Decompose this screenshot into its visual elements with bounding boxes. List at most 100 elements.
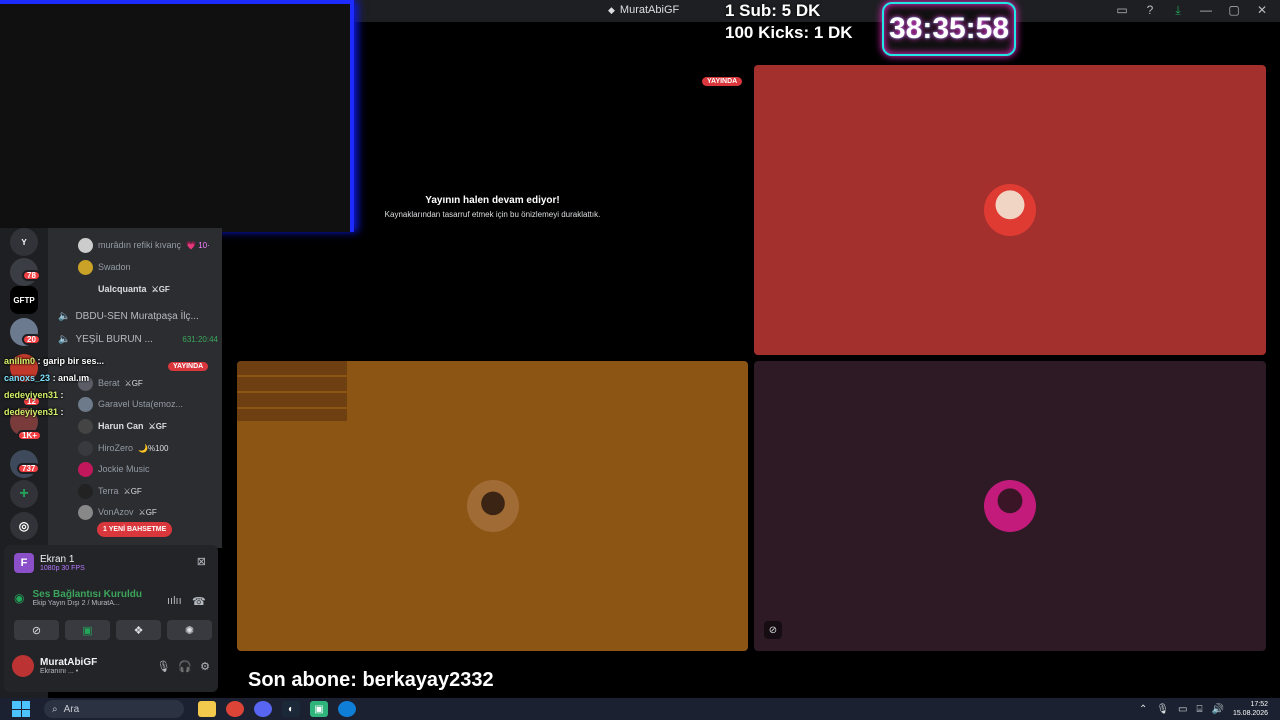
window-title-text: MuratAbiGF <box>619 4 680 16</box>
voice-member[interactable]: VonAzov ⚔GF <box>78 503 157 521</box>
steam-icon[interactable]: ◐ <box>282 701 300 717</box>
minimize-icon[interactable]: — <box>1198 3 1214 18</box>
soundboard-icon: ✺ <box>184 624 195 637</box>
search-icon: ⌕ <box>52 703 58 715</box>
noise-suppression-icon[interactable]: ıılıı <box>167 595 182 607</box>
discord-app-icon[interactable] <box>254 701 272 717</box>
file-explorer-icon[interactable] <box>198 701 216 717</box>
muted-mic-icon: ⊘ <box>764 621 782 639</box>
stream-live-text: YAYINDA <box>702 77 743 86</box>
clock-date: 15.08.2026 <box>1232 710 1268 717</box>
member-tag: ⚔GF <box>148 421 167 431</box>
channel-list: murâdın refiki kıvanç 💗 10· Swadon Ualcq… <box>48 228 222 548</box>
chat-text: : <box>60 407 64 417</box>
member-name: Harun Can <box>98 421 144 431</box>
display-icon[interactable]: ▭ <box>1178 704 1187 715</box>
voice-channel[interactable]: 🔈 YEŞİL BURUN ... 631:20:44 <box>58 329 218 349</box>
chat-text: : garip bir ses... <box>37 356 105 366</box>
obs-icon[interactable]: ▣ <box>310 701 328 717</box>
inbox-icon[interactable]: ▭ <box>1114 3 1130 18</box>
activities-icon: ❖ <box>133 624 144 637</box>
account-controls: 🎙 🎧 ⚙ <box>156 660 210 673</box>
participant-avatar <box>984 480 1036 532</box>
maximize-icon[interactable]: ▢ <box>1226 3 1242 18</box>
voice-status-title: Ses Bağlantısı Kuruldu <box>32 589 142 600</box>
voice-member[interactable]: murâdın refiki kıvanç 💗 10· <box>78 236 210 254</box>
chat-message: dedeyiyen31 : <box>4 407 64 417</box>
taskbar-apps: ◐ ▣ <box>198 701 356 717</box>
help-icon[interactable]: ? <box>1142 3 1158 18</box>
taskbar-search[interactable]: ⌕ Ara <box>44 700 184 718</box>
voice-member[interactable]: Garavel Usta(emoz... <box>78 395 183 413</box>
disconnect-icon[interactable]: ☎ <box>192 595 206 608</box>
screen-share-avatar: F <box>14 553 34 573</box>
screen-share-title: Ekran 1 <box>40 554 75 565</box>
server-icon[interactable]: Y <box>10 228 38 256</box>
window-controls: ▭ ? ⤓ — ▢ ✕ <box>1114 3 1270 18</box>
soundboard-button[interactable]: ✺ <box>167 620 212 640</box>
chat-user: dedeyiyen31 <box>4 407 59 417</box>
live-badge: YAYINDA <box>168 355 209 373</box>
member-name: Jockie Music <box>98 464 150 474</box>
screen-share-button[interactable]: ▣ <box>65 620 110 640</box>
camera-off-icon: ⊘ <box>31 624 42 637</box>
member-name: Terra <box>98 486 119 496</box>
participant-tile[interactable]: ⊘ <box>754 361 1266 651</box>
download-icon[interactable]: ⤓ <box>1170 3 1186 18</box>
stream-paused-notice: Yayının halen devam ediyor! Kaynaklarınd… <box>360 195 625 219</box>
activities-button[interactable]: ❖ <box>116 620 161 640</box>
voice-member[interactable]: Terra ⚔GF <box>78 482 142 500</box>
camera-off-button[interactable]: ⊘ <box>14 620 59 640</box>
screen-share-icon: ▣ <box>82 624 93 637</box>
member-name: Swadon <box>98 262 131 272</box>
microphone-icon[interactable]: 🎙 <box>156 660 170 673</box>
voice-channel[interactable]: 🔈 DBDU-SEN Muratpaşa İlç... <box>58 306 218 326</box>
speaker-icon: 🔈 <box>58 310 71 322</box>
headphones-icon[interactable]: 🎧 <box>178 660 192 673</box>
window-title: ◆ MuratAbiGF <box>608 4 679 16</box>
member-tag: ⚔GF <box>151 284 170 294</box>
voice-member[interactable]: Harun Can ⚔GF <box>78 417 167 435</box>
voice-member[interactable]: HiroZero 🌙%100 <box>78 439 168 457</box>
chat-text: : <box>60 390 64 400</box>
voice-status-channel[interactable]: Ekip Yayın Dışı 2 / MuratA... <box>32 600 141 607</box>
avatar <box>78 418 93 434</box>
stream-paused-subtitle: Kaynaklarından tasarruf etmek için bu ön… <box>384 210 601 219</box>
voice-member[interactable]: Ualcquanta ⚔GF <box>78 280 170 298</box>
server-icon[interactable]: GFTP <box>10 286 38 314</box>
taskbar-clock[interactable]: 17:52 15.08.2026 <box>1233 700 1268 718</box>
edge-icon[interactable] <box>338 701 356 717</box>
windows-taskbar: ⌕ Ara ◐ ▣ ⌃ 🎙 ▭ ⌸ 🔊 17:52 15.08.2026 <box>0 698 1280 720</box>
volume-icon[interactable]: 🔊 <box>1212 704 1224 715</box>
chrome-icon[interactable] <box>226 701 244 717</box>
participant-tile[interactable] <box>754 65 1266 355</box>
stop-stream-icon[interactable]: ⊠ <box>197 555 206 568</box>
chat-message: canoxs_23 : anal.ım <box>4 373 89 383</box>
avatar <box>78 259 93 275</box>
voice-channel-name: YEŞİL BURUN ... <box>75 333 153 345</box>
member-name: Berat <box>98 378 120 388</box>
avatar <box>78 237 93 253</box>
microphone-tray-icon[interactable]: 🎙 <box>1156 704 1169 715</box>
avatar <box>78 281 93 297</box>
settings-gear-icon[interactable]: ⚙ <box>200 660 210 673</box>
chevron-up-icon[interactable]: ⌃ <box>1139 704 1147 715</box>
member-tag: ⚔GF <box>124 378 143 388</box>
signal-icon: ◉ <box>14 591 25 605</box>
start-button[interactable] <box>12 701 30 717</box>
voice-member[interactable]: Swadon <box>78 258 131 276</box>
new-mention-pill[interactable]: 1 YENİ BAHSETME <box>97 522 173 537</box>
discord-icon: ◆ <box>608 4 615 15</box>
account-bar: MuratAbiGF Ekranını ... • 🎙 🎧 ⚙ <box>12 655 210 677</box>
explore-icon[interactable]: ◎ <box>10 512 38 540</box>
participant-avatar <box>984 184 1036 236</box>
subathon-timer: 38:35:58 <box>882 2 1016 56</box>
network-icon[interactable]: ⌸ <box>1197 704 1203 715</box>
voice-member[interactable]: Jockie Music <box>78 460 150 478</box>
add-server-icon[interactable]: + <box>10 480 38 508</box>
kick-rule: 100 Kicks: 1 DK <box>725 23 853 42</box>
voice-channel-timer: 631:20:44 <box>182 334 218 344</box>
participant-tile[interactable] <box>237 361 748 651</box>
account-avatar[interactable] <box>12 655 34 677</box>
close-icon[interactable]: ✕ <box>1254 3 1270 18</box>
